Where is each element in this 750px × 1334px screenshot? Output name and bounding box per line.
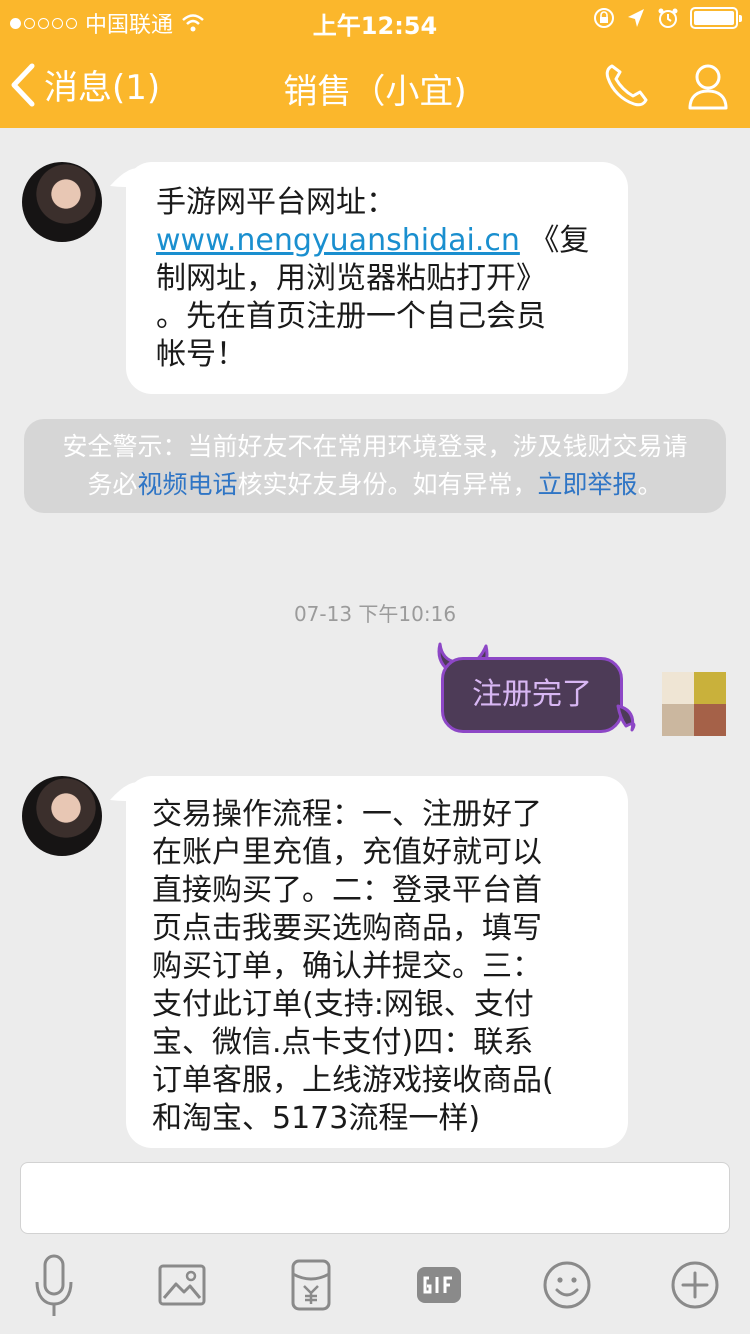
gif-icon: [417, 1267, 461, 1303]
message-text: 和淘宝、5173流程一样): [152, 1101, 481, 1136]
video-call-link[interactable]: 视频电话: [137, 470, 237, 499]
my-avatar[interactable]: [662, 672, 726, 736]
status-right: [592, 6, 742, 30]
warning-text: 务必: [87, 470, 138, 499]
image-icon: [158, 1264, 206, 1306]
message-text: 直接购买了。二：登录平台首: [152, 873, 542, 908]
nav-bar: 消息(1) 销售（小宜): [0, 40, 750, 128]
bubble-tail-decoration: [616, 704, 636, 732]
red-packet-icon: [291, 1259, 331, 1311]
chat-toolbar: [0, 1246, 750, 1334]
emoji-button[interactable]: [532, 1246, 602, 1324]
message-text: 购买订单，确认并提交。三：: [152, 949, 542, 984]
report-link[interactable]: 立即举报: [538, 470, 638, 499]
profile-button[interactable]: [680, 58, 736, 114]
message-text: 在账户里充值，充值好就可以: [152, 835, 542, 870]
message-text: 宝、微信.点卡支付)四：联系: [152, 1025, 534, 1060]
rotation-lock-icon: [594, 8, 614, 28]
message-text: 《复: [519, 223, 590, 258]
microphone-icon: [35, 1254, 73, 1316]
message-text: 页点击我要买选购商品，填写: [152, 911, 542, 946]
message-text: 支付此订单(支持:网银、支付: [152, 987, 534, 1022]
plus-icon: [671, 1261, 719, 1309]
message-bubble[interactable]: 手游网平台网址： www.nengyuanshidai.cn 《复 制网址，用浏…: [126, 162, 628, 394]
gif-button[interactable]: [404, 1246, 474, 1324]
contact-avatar[interactable]: [22, 776, 102, 856]
message-text: 手游网平台网址：: [156, 185, 396, 220]
message-timestamp: 07-13 下午10:16: [293, 602, 457, 626]
message-text: 帐号！: [156, 337, 246, 372]
more-button[interactable]: [660, 1246, 730, 1324]
red-packet-button[interactable]: [276, 1246, 346, 1324]
message-text: 制网址，用浏览器粘贴打开》: [156, 261, 546, 296]
message-bubble[interactable]: 交易操作流程：一、注册好了 在账户里充值，充值好就可以 直接购买了。二：登录平台…: [126, 776, 628, 1148]
emoji-icon: [543, 1261, 591, 1309]
message-text: 订单客服，上线游戏接收商品(: [152, 1063, 554, 1098]
battery-icon: [690, 7, 742, 29]
phone-call-button[interactable]: [598, 58, 654, 114]
website-link[interactable]: www.nengyuanshidai.cn: [156, 223, 520, 258]
warning-text: 。: [637, 470, 663, 499]
image-button[interactable]: [147, 1246, 217, 1324]
message-input[interactable]: [20, 1162, 730, 1234]
alarm-icon: [658, 8, 678, 28]
status-bar: 中国联通 上午12:54: [0, 0, 750, 40]
my-message-text: 注册完了: [472, 677, 592, 712]
warning-text: 安全警示：当前好友不在常用环境登录，涉及钱财交易请: [62, 432, 688, 461]
message-text: 交易操作流程：一、注册好了: [152, 797, 542, 832]
security-warning: 安全警示：当前好友不在常用环境登录，涉及钱财交易请 务必视频电话核实好友身份。如…: [24, 419, 726, 513]
location-icon: [628, 9, 644, 27]
my-message-bubble[interactable]: 注册完了: [441, 657, 623, 733]
message-text: 。先在首页注册一个自己会员: [156, 299, 546, 334]
warning-text: 核实好友身份。如有异常，: [237, 470, 538, 499]
contact-avatar[interactable]: [22, 162, 102, 242]
voice-button[interactable]: [19, 1246, 89, 1324]
